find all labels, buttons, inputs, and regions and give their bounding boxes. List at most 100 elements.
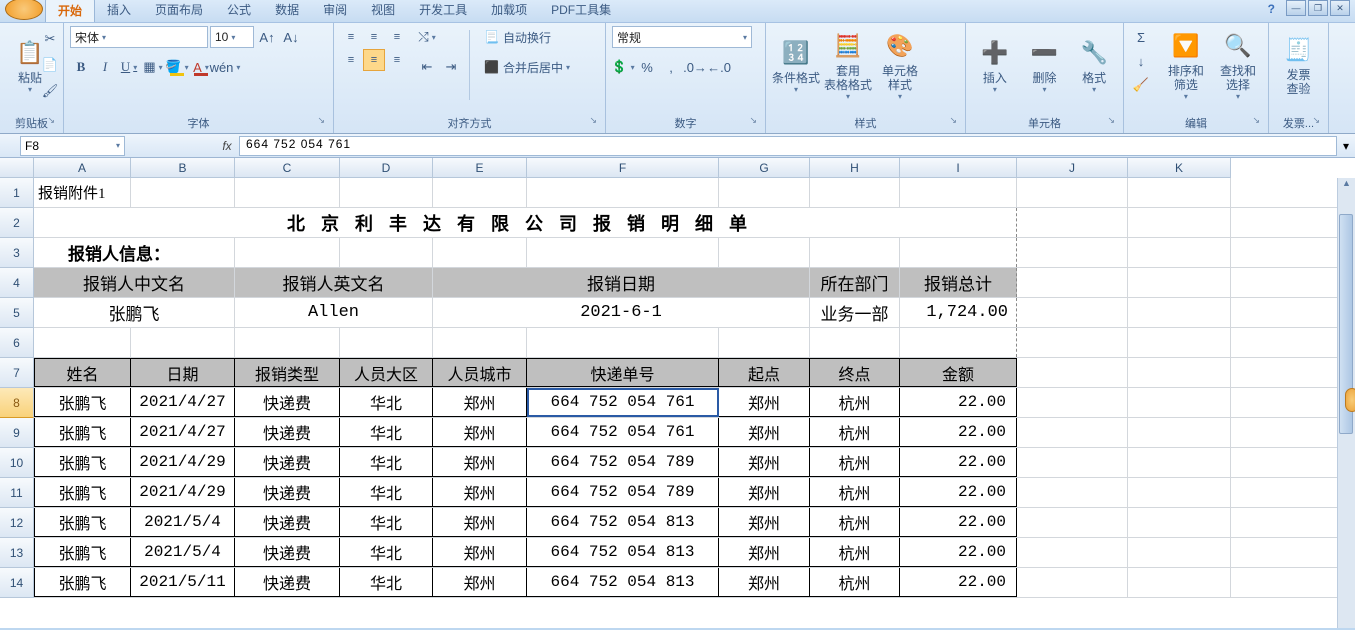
tab-9[interactable]: PDF工具集 (539, 0, 623, 22)
cell[interactable]: 报销人英文名 (235, 268, 433, 297)
cell[interactable]: 报销人信息： (34, 238, 235, 267)
cell[interactable]: 起点 (719, 358, 810, 387)
cell[interactable]: 22.00 (900, 478, 1017, 507)
cell[interactable]: 张鹏飞 (34, 538, 131, 567)
decrease-decimal[interactable]: ←.0 (708, 56, 730, 78)
cell[interactable] (900, 238, 1017, 267)
cell[interactable]: 2021/4/29 (131, 448, 235, 477)
fx-icon[interactable]: fx (215, 139, 239, 153)
cell[interactable]: 郑州 (719, 448, 810, 477)
cell[interactable] (1017, 298, 1128, 327)
row-header-4[interactable]: 4 (0, 268, 34, 298)
currency-button[interactable]: 💲▾ (612, 56, 634, 78)
col-header-G[interactable]: G (719, 158, 810, 178)
col-header-C[interactable]: C (235, 158, 340, 178)
bold-button[interactable]: B (70, 56, 92, 78)
cell[interactable] (810, 328, 900, 357)
font-name-combo[interactable]: 宋体▾ (70, 26, 208, 48)
decrease-font-icon[interactable]: A↓ (280, 26, 302, 48)
cell[interactable] (1128, 238, 1231, 267)
cell[interactable]: 快递单号 (527, 358, 719, 387)
cell[interactable]: 664 752 054 761 (527, 418, 719, 447)
cell[interactable] (1128, 568, 1231, 597)
cell[interactable] (900, 328, 1017, 357)
cell[interactable]: 快递费 (235, 388, 340, 417)
cell[interactable] (1017, 208, 1128, 237)
col-header-K[interactable]: K (1128, 158, 1231, 178)
window-restore[interactable]: ❐ (1308, 0, 1328, 16)
cell[interactable]: 报销附件1 (34, 178, 131, 207)
cell[interactable] (1128, 388, 1231, 417)
cell[interactable] (340, 178, 433, 207)
col-header-D[interactable]: D (340, 158, 433, 178)
cell[interactable]: 郑州 (719, 508, 810, 537)
tab-6[interactable]: 视图 (359, 0, 407, 22)
format-painter-icon[interactable]: 🖌 (39, 80, 61, 102)
cell[interactable]: 华北 (340, 478, 433, 507)
sum-icon[interactable]: Σ (1130, 26, 1152, 48)
cell[interactable]: 郑州 (719, 418, 810, 447)
row-header-11[interactable]: 11 (0, 478, 34, 508)
indent-increase[interactable]: ⇥ (440, 56, 462, 78)
invoice-check-button[interactable]: 🧾发票 查验 (1275, 26, 1322, 104)
cell[interactable]: 张鹏飞 (34, 448, 131, 477)
cell[interactable]: 快递费 (235, 448, 340, 477)
col-header-I[interactable]: I (900, 158, 1017, 178)
help-icon[interactable]: ? (1268, 2, 1275, 16)
font-color-button[interactable]: A▾ (190, 56, 212, 78)
col-header-B[interactable]: B (131, 158, 235, 178)
cell[interactable] (1128, 478, 1231, 507)
tab-1[interactable]: 插入 (95, 0, 143, 22)
name-box[interactable]: F8▾ (20, 136, 125, 156)
cell[interactable]: 1,724.00 (900, 298, 1017, 327)
cell[interactable] (1017, 238, 1128, 267)
cell[interactable] (527, 178, 719, 207)
cell[interactable]: 郑州 (433, 478, 527, 507)
orientation-button[interactable]: ⤭▾ (416, 26, 438, 48)
window-close[interactable]: ✕ (1330, 0, 1350, 16)
formula-input[interactable]: 664 752 054 761 (239, 136, 1337, 156)
row-header-3[interactable]: 3 (0, 238, 34, 268)
number-format-combo[interactable]: 常规▾ (612, 26, 752, 48)
cell[interactable] (1017, 508, 1128, 537)
cell[interactable]: 张鹏飞 (34, 298, 235, 327)
cell[interactable] (1128, 328, 1231, 357)
find-select-button[interactable]: 🔍查找和 选择▾ (1214, 26, 1262, 104)
row-header-13[interactable]: 13 (0, 538, 34, 568)
fill-icon[interactable]: ↓ (1130, 50, 1152, 72)
cell[interactable]: 郑州 (433, 508, 527, 537)
sort-filter-button[interactable]: 🔽排序和 筛选▾ (1162, 26, 1210, 104)
increase-decimal[interactable]: .0→ (684, 56, 706, 78)
insert-button[interactable]: ➕插入▾ (972, 26, 1018, 104)
cell[interactable]: 张鹏飞 (34, 418, 131, 447)
cell[interactable] (527, 238, 719, 267)
cell[interactable] (1128, 268, 1231, 297)
cell-styles-button[interactable]: 🎨单元格 样式▾ (876, 26, 924, 104)
cell[interactable]: 22.00 (900, 418, 1017, 447)
font-size-combo[interactable]: 10▾ (210, 26, 254, 48)
cell[interactable] (810, 238, 900, 267)
copy-icon[interactable]: 📄 (39, 54, 61, 76)
cell[interactable] (235, 238, 340, 267)
cell[interactable] (131, 178, 235, 207)
tab-5[interactable]: 审阅 (311, 0, 359, 22)
cell[interactable]: 报销日期 (433, 268, 810, 297)
alignment-grid[interactable]: ≡≡≡ ≡≡≡ (340, 26, 408, 71)
cell[interactable]: 22.00 (900, 448, 1017, 477)
tab-3[interactable]: 公式 (215, 0, 263, 22)
cell[interactable]: 郑州 (719, 568, 810, 597)
cell[interactable]: 杭州 (810, 538, 900, 567)
cell[interactable]: 张鹏飞 (34, 478, 131, 507)
cell[interactable] (1017, 388, 1128, 417)
cell[interactable]: 华北 (340, 538, 433, 567)
percent-button[interactable]: % (636, 56, 658, 78)
cell[interactable] (1128, 298, 1231, 327)
cell[interactable] (527, 328, 719, 357)
format-as-table-button[interactable]: 🧮套用 表格格式▾ (824, 26, 872, 104)
cell[interactable]: 22.00 (900, 388, 1017, 417)
underline-button[interactable]: U▾ (118, 56, 140, 78)
merge-center-button[interactable]: ⬛ 合并后居中▾ (477, 56, 577, 78)
cell[interactable]: 华北 (340, 388, 433, 417)
cell[interactable] (1017, 328, 1128, 357)
row-header-7[interactable]: 7 (0, 358, 34, 388)
